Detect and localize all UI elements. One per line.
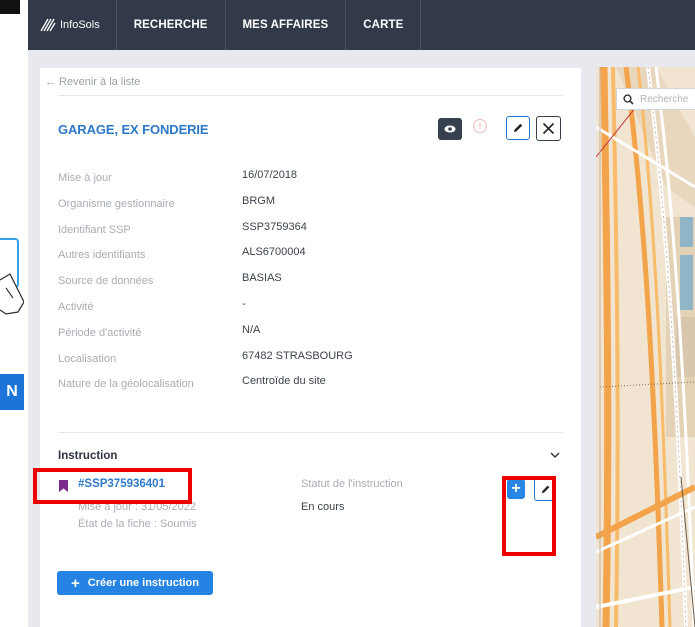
eye-icon (444, 125, 456, 133)
field-row: Nature de la géolocalisation Centroïde d… (58, 375, 558, 401)
create-instruction-label: Créer une instruction (87, 577, 199, 589)
brand-logo[interactable]: InfoSols (28, 0, 117, 50)
field-row: Mise à jour 16/07/2018 (58, 169, 558, 195)
back-to-list-link[interactable]: ← Revenir à la liste (45, 76, 140, 88)
instruction-heading: Instruction (58, 450, 118, 462)
status-value: En cours (301, 501, 345, 513)
field-label: Identifiant SSP (58, 223, 131, 236)
field-value: ALS6700004 (242, 246, 306, 259)
field-value: BRGM (242, 194, 275, 207)
divider (58, 95, 563, 96)
field-row: Activité - (58, 298, 558, 324)
logo-icon (40, 18, 56, 32)
site-detail-panel: ← Revenir à la liste GARAGE, EX FONDERIE… (40, 68, 581, 627)
field-label: Activité (58, 300, 94, 313)
field-row: Organisme gestionnaire BRGM (58, 195, 558, 221)
status-label: Statut de l'instruction (301, 478, 403, 490)
create-instruction-button[interactable]: + Créer une instruction (57, 571, 213, 595)
close-icon (542, 122, 555, 135)
field-row: Source de données BASIAS (58, 272, 558, 298)
field-value: 67482 STRASBOURG (242, 349, 353, 362)
field-label: Organisme gestionnaire (58, 197, 175, 210)
field-value: Centroïde du site (242, 375, 326, 388)
plus-icon: + (70, 574, 80, 592)
highlight-box-instruction-id (33, 468, 192, 504)
search-icon (623, 93, 634, 105)
hand-cursor-icon (0, 273, 24, 315)
field-value: - (242, 297, 246, 310)
field-label: Localisation (58, 352, 117, 365)
map-view[interactable] (596, 67, 695, 627)
close-button[interactable] (536, 116, 561, 141)
field-value: 16/07/2018 (242, 169, 298, 181)
instruction-state: État de la fiche : Soumis (78, 518, 197, 530)
field-row: Période d'activité N/A (58, 324, 558, 350)
highlight-box-actions (502, 476, 556, 556)
field-value: N/A (242, 323, 261, 336)
field-label: Nature de la géolocalisation (58, 378, 194, 391)
nav-mes-affaires[interactable]: MES AFFAIRES (226, 0, 347, 50)
field-label: Source de données (58, 275, 154, 288)
site-title: GARAGE, EX FONDERIE (58, 122, 209, 137)
field-label: Période d'activité (58, 326, 142, 339)
field-label: Autres identifiants (58, 249, 146, 262)
field-value: SSP3759364 (242, 220, 307, 233)
side-tab[interactable]: N (0, 374, 24, 410)
divider (58, 432, 563, 433)
search-placeholder: Recherche (640, 93, 689, 105)
field-row: Localisation 67482 STRASBOURG (58, 350, 558, 376)
field-label: Mise à jour (58, 172, 112, 184)
pencil-icon (514, 123, 523, 132)
site-fields: Mise à jour 16/07/2018 Organisme gestion… (58, 169, 558, 401)
nav-recherche[interactable]: RECHERCHE (117, 0, 226, 50)
field-row: Identifiant SSP SSP3759364 (58, 221, 558, 247)
map-search-input[interactable]: Recherche (616, 88, 695, 110)
top-navbar: InfoSols RECHERCHE MES AFFAIRES CARTE (28, 0, 695, 50)
chevron-down-icon[interactable] (548, 448, 562, 462)
nav-carte[interactable]: CARTE (346, 0, 422, 50)
alert-icon[interactable]: ! (473, 119, 487, 133)
view-button[interactable] (438, 118, 462, 140)
corner-block (0, 0, 20, 14)
edit-site-button[interactable] (506, 116, 530, 140)
brand-name: InfoSols (60, 19, 100, 31)
field-value: BASIAS (242, 272, 282, 285)
field-row: Autres identifiants ALS6700004 (58, 246, 558, 272)
map-tiles (596, 67, 695, 627)
